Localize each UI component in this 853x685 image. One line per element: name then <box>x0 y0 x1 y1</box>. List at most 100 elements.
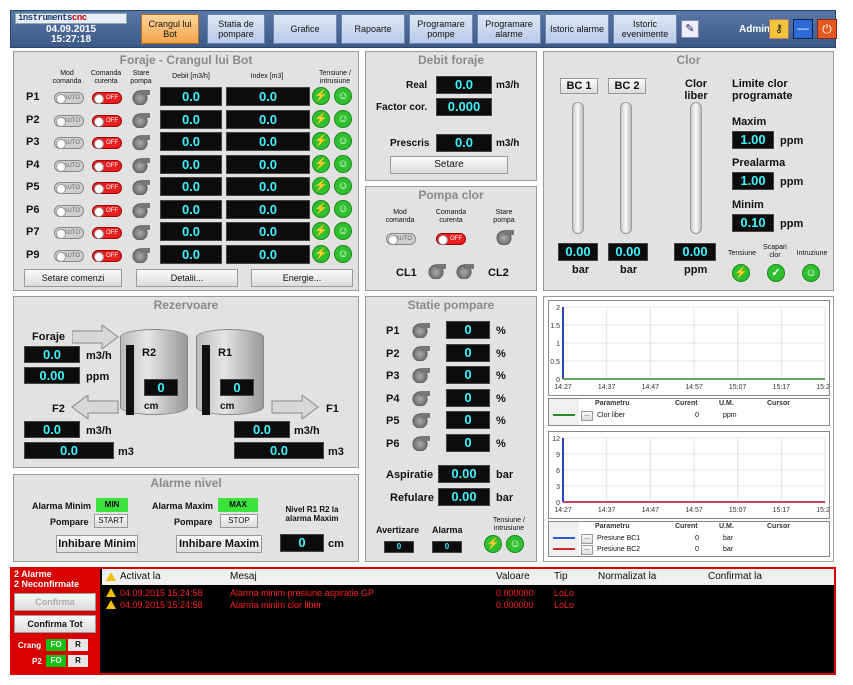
col-normalizat[interactable]: Normalizat la <box>598 569 656 585</box>
mode-toggle-p9[interactable]: AUTO <box>54 249 84 262</box>
nav-grafice[interactable]: Grafice <box>273 14 337 44</box>
chart2-legend: Parametru Curent U.M. Cursor... Presiune BC1… <box>548 521 830 557</box>
index-value-p4: 0.0 <box>226 154 310 174</box>
inhibare-maxim-button[interactable]: Inhibare Maxim <box>176 535 262 553</box>
nivel-input[interactable]: 0 <box>280 534 324 552</box>
nav-crangul-lui-bot[interactable]: Crangul lui Bot <box>141 14 199 44</box>
pump-icon <box>496 229 514 245</box>
edit-notes-icon[interactable]: ✎ <box>681 20 699 38</box>
setare-debit-button[interactable]: Setare <box>390 156 508 174</box>
col-valoare[interactable]: Valoare <box>496 569 530 585</box>
statie-unit-p3: % <box>496 370 506 382</box>
legend-series-current: 0 <box>695 535 699 542</box>
intrusion-person-icon: ☺ <box>506 535 524 553</box>
debit-value-p3: 0.0 <box>160 132 222 151</box>
nav-statia-de-pompare[interactable]: Statia de pompare <box>207 14 265 44</box>
legend-swatch-area <box>549 522 579 556</box>
pump-icon <box>456 263 474 279</box>
row-label-p5: P5 <box>26 181 40 193</box>
aspiratie-unit: bar <box>496 469 514 481</box>
foraje-label: Foraje <box>32 331 66 343</box>
clor-mode-toggle[interactable]: AUTO <box>386 233 416 245</box>
index-value-p9: 0.0 <box>226 244 310 264</box>
nav-rapoarte[interactable]: Rapoarte <box>341 14 405 44</box>
legend-options-button[interactable]: ... <box>581 534 593 544</box>
alarm-row[interactable]: 04.09.2015 15:24:58 Alarma minim clor lib… <box>102 599 834 611</box>
maxim-input[interactable]: 1.00 <box>732 131 774 149</box>
energie-button[interactable]: Energie... <box>251 269 353 287</box>
mode-toggle-p2[interactable]: AUTO <box>54 114 84 127</box>
x-tick-label: 14:27 <box>554 384 572 391</box>
setare-comenzi-button[interactable]: Setare comenzi <box>24 269 122 287</box>
pompare-label: Pompare <box>50 517 89 527</box>
command-toggle-p4[interactable]: OFF <box>92 159 122 172</box>
crang-r-indicator: R <box>68 639 88 651</box>
nivel-unit: cm <box>328 538 344 550</box>
alarma-value: 0 <box>432 541 462 553</box>
command-toggle-p5[interactable]: OFF <box>92 182 122 194</box>
mode-toggle-p4[interactable]: AUTO <box>54 159 84 172</box>
series-swatch <box>553 414 575 416</box>
command-toggle-p3[interactable]: OFF <box>92 137 122 149</box>
mode-toggle-p5[interactable]: AUTO <box>54 182 84 194</box>
confirma-tot-button[interactable]: Confirma Tot <box>14 615 96 633</box>
command-toggle-p2[interactable]: OFF <box>92 114 122 127</box>
panel-title: Foraje - Crangul lui Bot <box>119 53 253 67</box>
pump-icon <box>132 246 150 263</box>
col-tip[interactable]: Tip <box>554 569 568 585</box>
inhibare-minim-button[interactable]: Inhibare Minim <box>56 535 138 553</box>
detalii-button[interactable]: Detalii... <box>136 269 238 287</box>
panel-rezervoare: Rezervoare Foraje 0.0 m3/h 0.00 ppm R2 0… <box>13 296 359 468</box>
pump-icon <box>412 389 430 406</box>
legend-options-button[interactable]: ... <box>581 411 593 421</box>
alarm-count: 2 Alarme <box>14 569 52 579</box>
command-toggle-p9[interactable]: OFF <box>92 249 122 262</box>
voltage-ok-icon: ⚡ <box>484 535 502 553</box>
statie-label-p2: P2 <box>386 347 400 360</box>
intrusion-person-icon: ☺ <box>334 132 352 150</box>
avertizare-value: 0 <box>384 541 414 553</box>
panel-title: Rezervoare <box>153 298 219 312</box>
col-activat[interactable]: Activat la <box>120 569 161 585</box>
minimize-icon[interactable]: — <box>793 19 813 39</box>
statie-unit-p1: % <box>496 325 506 337</box>
mode-toggle-p7[interactable]: AUTO <box>54 227 84 239</box>
minim-input[interactable]: 0.10 <box>732 214 774 232</box>
bc1-value: 0.00 <box>558 243 598 261</box>
key-icon[interactable]: ⚷ <box>769 19 789 39</box>
nav-programare-pompe[interactable]: Programare pompe <box>409 14 473 44</box>
clor-command-toggle[interactable]: OFF <box>436 233 466 245</box>
nav-programare-alarme[interactable]: Programare alarme <box>477 14 541 44</box>
maxim-unit: ppm <box>780 135 804 147</box>
panel-debit-foraje: Debit foraje Real 0.0 m3/h Factor cor. 0… <box>365 51 537 181</box>
prescris-input[interactable]: 0.0 <box>436 134 492 152</box>
command-toggle-p1[interactable]: OFF <box>92 92 122 104</box>
nav-istoric-evenimente[interactable]: Istoric evenimente <box>613 14 677 44</box>
crang-label: Crang <box>18 641 42 650</box>
power-icon[interactable]: ⏻ <box>817 19 837 39</box>
factor-input[interactable]: 0.000 <box>436 98 492 116</box>
header-stare: Stare pompa <box>493 209 515 224</box>
nivel-label: Nivel R1 R2 la alarma Maxim <box>285 505 339 523</box>
mode-toggle-p6[interactable]: AUTO <box>54 204 84 217</box>
nav-istoric-alarme[interactable]: Istoric alarme <box>545 14 609 44</box>
col-mesaj[interactable]: Mesaj <box>230 569 257 585</box>
header-index: Index [m3] <box>250 73 284 80</box>
command-toggle-p7[interactable]: OFF <box>92 227 122 239</box>
command-toggle-p6[interactable]: OFF <box>92 204 122 217</box>
x-tick-label: 15:17 <box>773 384 791 391</box>
prealarma-label: Prealarma <box>732 157 786 169</box>
mode-toggle-p3[interactable]: AUTO <box>54 137 84 149</box>
legend-header: U.M. <box>719 400 734 407</box>
tank-r1-value: 0 <box>220 379 254 396</box>
debit-value-p2: 0.0 <box>160 109 222 129</box>
confirma-button[interactable]: Confirma <box>14 593 96 611</box>
x-tick-label: 14:47 <box>642 507 660 514</box>
prealarma-input[interactable]: 1.00 <box>732 172 774 190</box>
col-confirmat[interactable]: Confirmat la <box>708 569 762 585</box>
mode-toggle-p1[interactable]: AUTO <box>54 92 84 104</box>
alarm-row[interactable]: 04.09.2015 15:24:58 Alarma minim presiune… <box>102 587 834 599</box>
p2-r-indicator: R <box>68 655 88 667</box>
legend-options-button[interactable]: ... <box>581 545 593 555</box>
debit-value-p6: 0.0 <box>160 199 222 219</box>
